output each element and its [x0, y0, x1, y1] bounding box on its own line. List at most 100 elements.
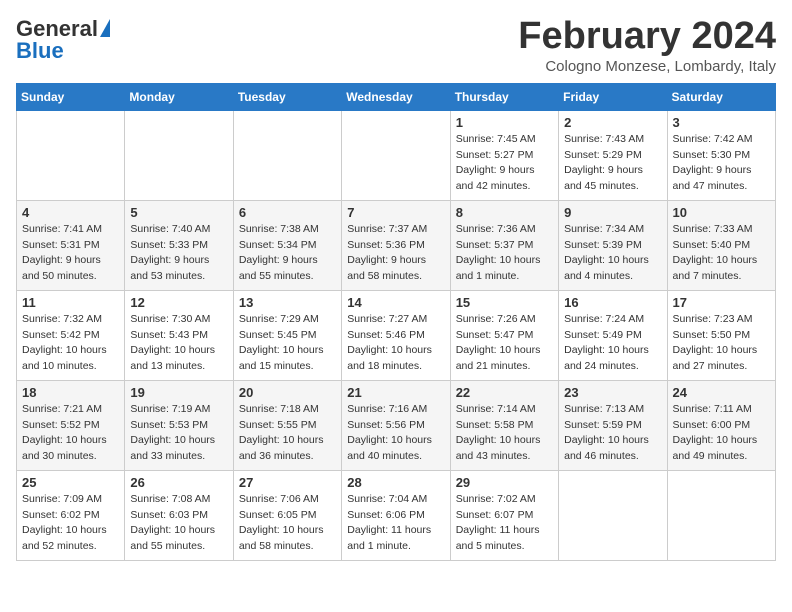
day-info: Sunrise: 7:02 AMSunset: 6:07 PMDaylight:…: [456, 492, 553, 555]
day-number: 11: [22, 295, 119, 310]
day-number: 24: [673, 385, 770, 400]
calendar-cell: 18 Sunrise: 7:21 AMSunset: 5:52 PMDayligh…: [17, 380, 125, 470]
day-info: Sunrise: 7:04 AMSunset: 6:06 PMDaylight:…: [347, 492, 444, 555]
day-info: Sunrise: 7:24 AMSunset: 5:49 PMDaylight:…: [564, 312, 661, 375]
day-number: 21: [347, 385, 444, 400]
day-number: 20: [239, 385, 336, 400]
day-number: 7: [347, 205, 444, 220]
calendar-cell: 25 Sunrise: 7:09 AMSunset: 6:02 PMDayligh…: [17, 470, 125, 560]
day-info: Sunrise: 7:19 AMSunset: 5:53 PMDaylight:…: [130, 402, 227, 465]
day-number: 5: [130, 205, 227, 220]
day-number: 6: [239, 205, 336, 220]
day-info: Sunrise: 7:26 AMSunset: 5:47 PMDaylight:…: [456, 312, 553, 375]
day-number: 19: [130, 385, 227, 400]
calendar-cell: 15 Sunrise: 7:26 AMSunset: 5:47 PMDayligh…: [450, 290, 558, 380]
calendar-cell: 29 Sunrise: 7:02 AMSunset: 6:07 PMDayligh…: [450, 470, 558, 560]
calendar-cell: [17, 110, 125, 200]
week-row-1: 4 Sunrise: 7:41 AMSunset: 5:31 PMDaylight…: [17, 200, 776, 290]
day-info: Sunrise: 7:32 AMSunset: 5:42 PMDaylight:…: [22, 312, 119, 375]
calendar-cell: 28 Sunrise: 7:04 AMSunset: 6:06 PMDayligh…: [342, 470, 450, 560]
day-info: Sunrise: 7:27 AMSunset: 5:46 PMDaylight:…: [347, 312, 444, 375]
day-number: 17: [673, 295, 770, 310]
day-info: Sunrise: 7:37 AMSunset: 5:36 PMDaylight:…: [347, 222, 444, 285]
day-number: 16: [564, 295, 661, 310]
day-number: 29: [456, 475, 553, 490]
day-number: 10: [673, 205, 770, 220]
calendar-cell: 8Sunrise: 7:36 AMSunset: 5:37 PMDaylight…: [450, 200, 558, 290]
calendar-cell: 7 Sunrise: 7:37 AMSunset: 5:36 PMDaylight…: [342, 200, 450, 290]
page-header: General Blue February 2024 Cologno Monze…: [16, 16, 776, 75]
day-number: 8: [456, 205, 553, 220]
day-number: 1: [456, 115, 553, 130]
day-info: Sunrise: 7:21 AMSunset: 5:52 PMDaylight:…: [22, 402, 119, 465]
calendar-cell: 16 Sunrise: 7:24 AMSunset: 5:49 PMDayligh…: [559, 290, 667, 380]
logo: General Blue: [16, 16, 110, 64]
calendar-cell: 5 Sunrise: 7:40 AMSunset: 5:33 PMDaylight…: [125, 200, 233, 290]
col-header-tuesday: Tuesday: [233, 83, 341, 110]
day-info: Sunrise: 7:33 AMSunset: 5:40 PMDaylight:…: [673, 222, 770, 285]
col-header-thursday: Thursday: [450, 83, 558, 110]
col-header-sunday: Sunday: [17, 83, 125, 110]
day-number: 25: [22, 475, 119, 490]
day-number: 9: [564, 205, 661, 220]
calendar-cell: [125, 110, 233, 200]
day-info: Sunrise: 7:30 AMSunset: 5:43 PMDaylight:…: [130, 312, 227, 375]
week-row-4: 25 Sunrise: 7:09 AMSunset: 6:02 PMDayligh…: [17, 470, 776, 560]
calendar-cell: 3 Sunrise: 7:42 AMSunset: 5:30 PMDaylight…: [667, 110, 775, 200]
calendar-cell: 9 Sunrise: 7:34 AMSunset: 5:39 PMDaylight…: [559, 200, 667, 290]
col-header-monday: Monday: [125, 83, 233, 110]
day-number: 23: [564, 385, 661, 400]
day-info: Sunrise: 7:18 AMSunset: 5:55 PMDaylight:…: [239, 402, 336, 465]
day-number: 4: [22, 205, 119, 220]
month-title: February 2024: [518, 16, 776, 58]
week-row-0: 1 Sunrise: 7:45 AMSunset: 5:27 PMDaylight…: [17, 110, 776, 200]
day-info: Sunrise: 7:34 AMSunset: 5:39 PMDaylight:…: [564, 222, 661, 285]
calendar-cell: 21Sunrise: 7:16 AMSunset: 5:56 PMDayligh…: [342, 380, 450, 470]
day-number: 26: [130, 475, 227, 490]
col-header-saturday: Saturday: [667, 83, 775, 110]
location-subtitle: Cologno Monzese, Lombardy, Italy: [518, 58, 776, 75]
calendar-cell: 17 Sunrise: 7:23 AMSunset: 5:50 PMDayligh…: [667, 290, 775, 380]
week-row-3: 18 Sunrise: 7:21 AMSunset: 5:52 PMDayligh…: [17, 380, 776, 470]
calendar-cell: 6Sunrise: 7:38 AMSunset: 5:34 PMDaylight…: [233, 200, 341, 290]
day-info: Sunrise: 7:14 AMSunset: 5:58 PMDaylight:…: [456, 402, 553, 465]
col-header-wednesday: Wednesday: [342, 83, 450, 110]
calendar-cell: 27Sunrise: 7:06 AMSunset: 6:05 PMDayligh…: [233, 470, 341, 560]
day-number: 22: [456, 385, 553, 400]
day-info: Sunrise: 7:06 AMSunset: 6:05 PMDaylight:…: [239, 492, 336, 555]
col-header-friday: Friday: [559, 83, 667, 110]
calendar-cell: 24 Sunrise: 7:11 AMSunset: 6:00 PMDayligh…: [667, 380, 775, 470]
calendar-cell: 26Sunrise: 7:08 AMSunset: 6:03 PMDayligh…: [125, 470, 233, 560]
calendar-cell: 10 Sunrise: 7:33 AMSunset: 5:40 PMDayligh…: [667, 200, 775, 290]
calendar-cell: 11 Sunrise: 7:32 AMSunset: 5:42 PMDayligh…: [17, 290, 125, 380]
calendar-cell: 14Sunrise: 7:27 AMSunset: 5:46 PMDayligh…: [342, 290, 450, 380]
day-info: Sunrise: 7:43 AMSunset: 5:29 PMDaylight:…: [564, 132, 661, 195]
day-number: 18: [22, 385, 119, 400]
calendar-cell: 12 Sunrise: 7:30 AMSunset: 5:43 PMDayligh…: [125, 290, 233, 380]
calendar-header-row: SundayMondayTuesdayWednesdayThursdayFrid…: [17, 83, 776, 110]
calendar-cell: 1 Sunrise: 7:45 AMSunset: 5:27 PMDaylight…: [450, 110, 558, 200]
day-info: Sunrise: 7:09 AMSunset: 6:02 PMDaylight:…: [22, 492, 119, 555]
day-info: Sunrise: 7:45 AMSunset: 5:27 PMDaylight:…: [456, 132, 553, 195]
calendar-cell: 4 Sunrise: 7:41 AMSunset: 5:31 PMDaylight…: [17, 200, 125, 290]
day-info: Sunrise: 7:29 AMSunset: 5:45 PMDaylight:…: [239, 312, 336, 375]
day-info: Sunrise: 7:13 AMSunset: 5:59 PMDaylight:…: [564, 402, 661, 465]
title-area: February 2024 Cologno Monzese, Lombardy,…: [518, 16, 776, 75]
week-row-2: 11 Sunrise: 7:32 AMSunset: 5:42 PMDayligh…: [17, 290, 776, 380]
day-number: 15: [456, 295, 553, 310]
day-number: 28: [347, 475, 444, 490]
day-info: Sunrise: 7:40 AMSunset: 5:33 PMDaylight:…: [130, 222, 227, 285]
calendar-cell: 22 Sunrise: 7:14 AMSunset: 5:58 PMDayligh…: [450, 380, 558, 470]
day-number: 12: [130, 295, 227, 310]
day-info: Sunrise: 7:41 AMSunset: 5:31 PMDaylight:…: [22, 222, 119, 285]
calendar-cell: 20 Sunrise: 7:18 AMSunset: 5:55 PMDayligh…: [233, 380, 341, 470]
day-info: Sunrise: 7:23 AMSunset: 5:50 PMDaylight:…: [673, 312, 770, 375]
calendar-cell: 13Sunrise: 7:29 AMSunset: 5:45 PMDayligh…: [233, 290, 341, 380]
calendar-cell: [233, 110, 341, 200]
day-info: Sunrise: 7:11 AMSunset: 6:00 PMDaylight:…: [673, 402, 770, 465]
day-info: Sunrise: 7:42 AMSunset: 5:30 PMDaylight:…: [673, 132, 770, 195]
calendar-table: SundayMondayTuesdayWednesdayThursdayFrid…: [16, 83, 776, 561]
calendar-cell: 23 Sunrise: 7:13 AMSunset: 5:59 PMDayligh…: [559, 380, 667, 470]
calendar-cell: [667, 470, 775, 560]
day-number: 3: [673, 115, 770, 130]
